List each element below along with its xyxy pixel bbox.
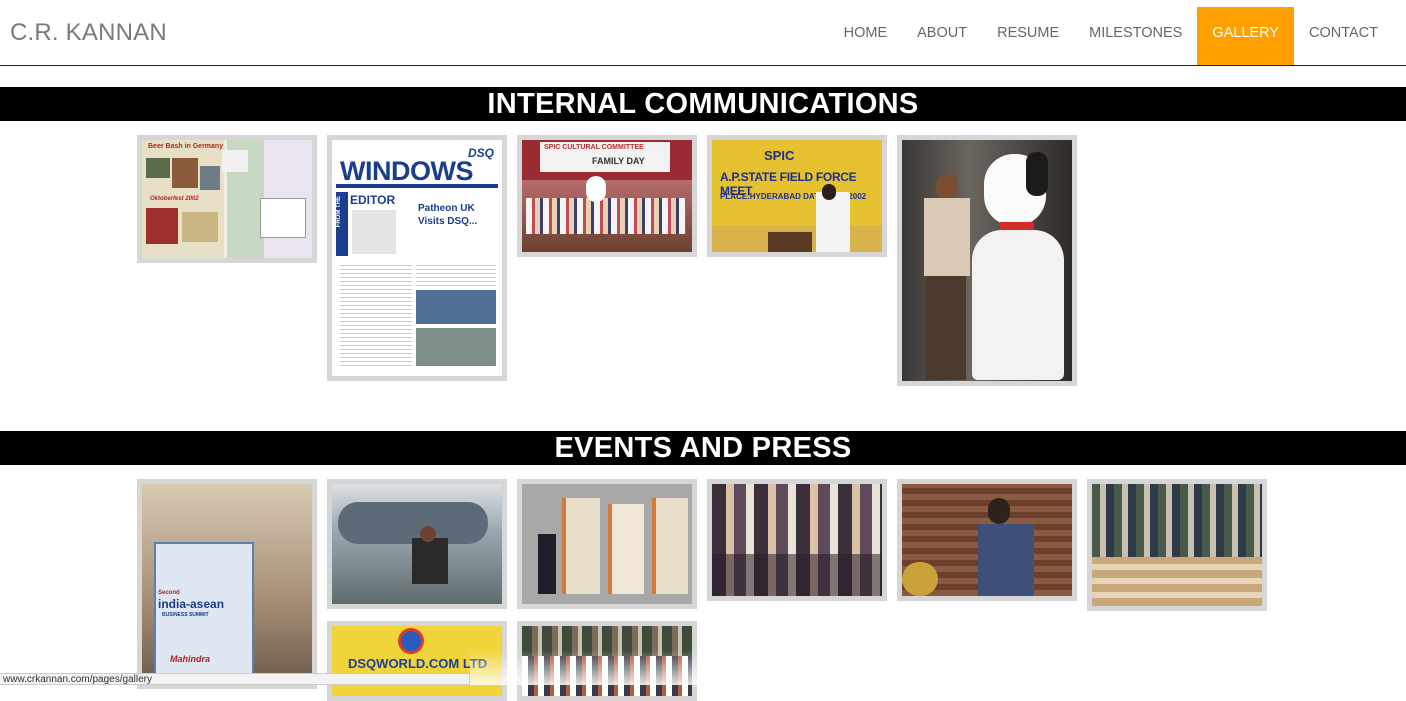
gallery-thumb-crowd[interactable] [517, 621, 697, 701]
main-nav: HOME ABOUT RESUME MILESTONES GALLERY CON… [829, 7, 1393, 65]
nav-resume[interactable]: RESUME [982, 7, 1074, 65]
gallery-thumb-field-force-meet[interactable]: SPIC A.P.STATE FIELD FORCE MEET PLACE:HY… [707, 135, 887, 257]
mascot-image [902, 140, 1072, 381]
audience-image [712, 484, 882, 596]
from-the-label: FROM THE [336, 196, 342, 228]
browser-status-url: www.crkannan.com/pages/gallery [0, 673, 470, 685]
nav-gallery[interactable]: GALLERY [1197, 7, 1294, 65]
spic-cultural-banner: SPIC CULTURAL COMMITTEE [544, 144, 644, 151]
summit-subtitle: BUSINESS SUMMIT [162, 612, 209, 618]
exhibition-stand-image [522, 484, 692, 604]
newsletter-subhead: Oktoberfest 2002 [150, 196, 199, 202]
site-brand[interactable]: C.R. KANNAN [10, 19, 167, 47]
patheon-headline: Patheon UK Visits DSQ... [418, 203, 478, 227]
nav-contact[interactable]: CONTACT [1294, 7, 1393, 65]
speaker-podium-image [902, 484, 1072, 596]
family-day-banner: FAMILY DAY [592, 156, 645, 166]
aircraft-image [332, 484, 502, 604]
family-day-image: SPIC CULTURAL COMMITTEE FAMILY DAY [522, 140, 692, 252]
gallery-thumb-mascot[interactable] [897, 135, 1077, 386]
gallery-thumb-speaker-podium[interactable] [897, 479, 1077, 601]
section-title-events-and-press: EVENTS AND PRESS [0, 431, 1406, 465]
crowd-image [522, 626, 692, 696]
dsqworld-banner: DSQWORLD.COM LTD [348, 656, 488, 671]
india-asean-summit-image: Second india-asean BUSINESS SUMMIT Mahin… [142, 484, 312, 684]
gallery-thumb-india-asean-summit[interactable]: Second india-asean BUSINESS SUMMIT Mahin… [137, 479, 317, 689]
gallery-thumb-family-day[interactable]: SPIC CULTURAL COMMITTEE FAMILY DAY [517, 135, 697, 257]
gallery-thumb-dsqworld[interactable]: DSQWORLD.COM LTD [327, 621, 507, 701]
nav-milestones[interactable]: MILESTONES [1074, 7, 1197, 65]
windows-newsletter-image: DSQ WINDOWS FROM THE EDITOR Patheon UK V… [332, 140, 502, 376]
gallery-thumb-conference-hall[interactable] [1087, 479, 1267, 611]
dsqworld-image: DSQWORLD.COM LTD [332, 626, 502, 696]
mahindra-sponsor-label: Mahindra [170, 654, 211, 664]
nav-home[interactable]: HOME [829, 7, 903, 65]
newsletter-spread-image: Beer Bash in Germany Oktoberfest 2002 [142, 140, 312, 258]
section-title-internal-communications: INTERNAL COMMUNICATIONS [0, 87, 1406, 121]
summit-title: india-asean [158, 597, 225, 611]
newsletter-headline: Beer Bash in Germany [148, 143, 224, 150]
spic-logo-text: SPIC [764, 148, 795, 163]
gallery-thumb-windows-newsletter[interactable]: DSQ WINDOWS FROM THE EDITOR Patheon UK V… [327, 135, 507, 381]
conference-hall-image [1092, 484, 1262, 606]
editor-label: EDITOR [350, 193, 396, 207]
gallery-thumb-newsletter-spread[interactable]: Beer Bash in Germany Oktoberfest 2002 [137, 135, 317, 263]
nav-about[interactable]: ABOUT [902, 7, 982, 65]
site-header: C.R. KANNAN HOME ABOUT RESUME MILESTONES… [0, 0, 1406, 66]
gallery-thumb-audience[interactable] [707, 479, 887, 601]
windows-masthead: WINDOWS [340, 156, 473, 186]
summit-second-label: Second [158, 590, 180, 596]
gallery-thumb-aircraft[interactable] [327, 479, 507, 609]
field-force-meet-image: SPIC A.P.STATE FIELD FORCE MEET PLACE:HY… [712, 140, 882, 252]
gallery-thumb-exhibition-stand[interactable] [517, 479, 697, 609]
